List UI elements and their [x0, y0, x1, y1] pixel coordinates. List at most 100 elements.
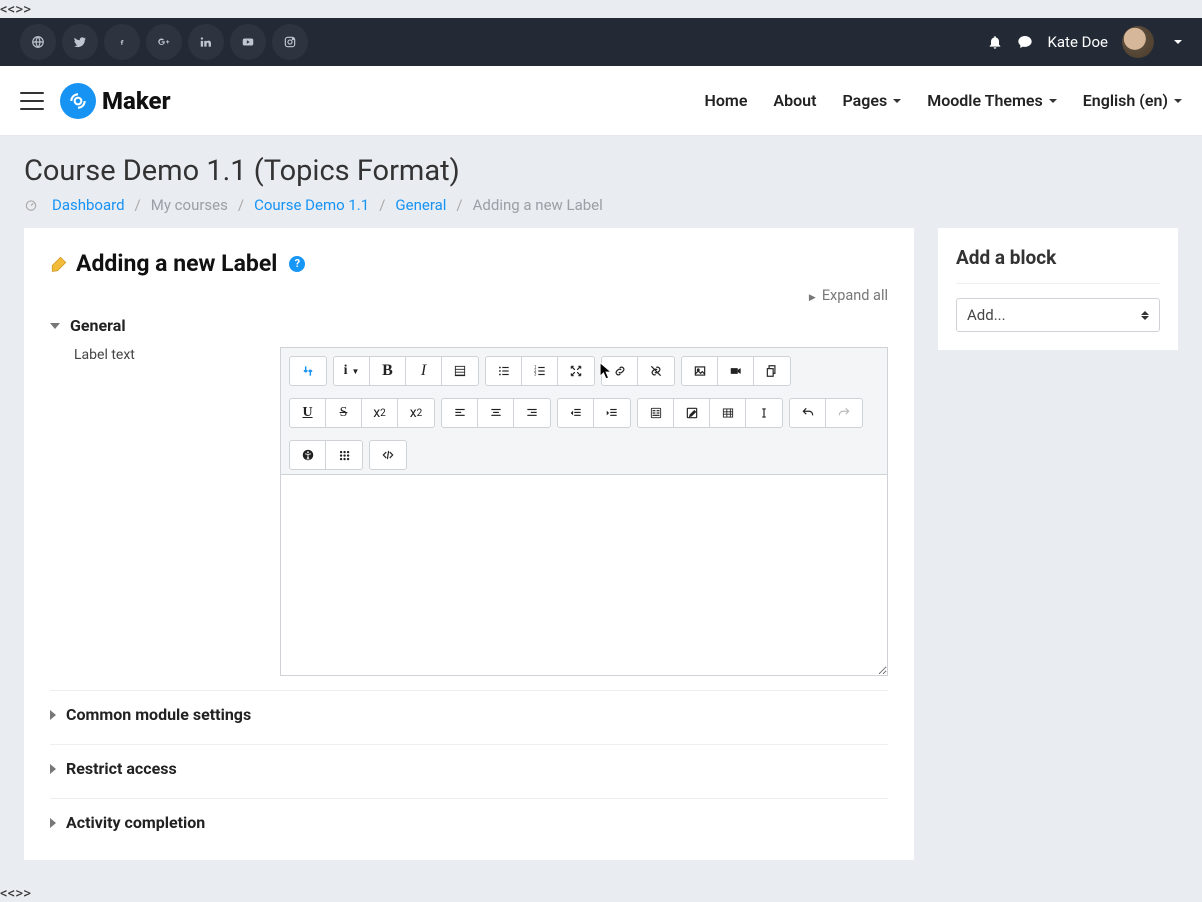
section-restrict-access-label: Restrict access [66, 759, 177, 778]
page-title: Course Demo 1.1 (Topics Format) [24, 154, 1178, 188]
undo-button[interactable] [790, 399, 826, 427]
expand-all[interactable]: Expand all [50, 287, 888, 304]
underline-button[interactable]: U [290, 399, 326, 427]
unlink-button[interactable] [638, 357, 674, 385]
style-dropdown[interactable]: i ▼ [334, 357, 370, 385]
divider [956, 283, 1160, 284]
section-activity-completion[interactable]: Activity completion [50, 798, 888, 838]
twitter-icon[interactable] [62, 24, 98, 60]
caret-icon [893, 99, 901, 103]
toggle-open-icon [50, 323, 60, 329]
svg-text:3: 3 [534, 372, 537, 377]
globe-icon[interactable] [20, 24, 56, 60]
nav-about[interactable]: About [773, 91, 816, 110]
section-general-label: General [70, 316, 126, 335]
editor-textarea[interactable] [281, 475, 887, 675]
message-icon[interactable] [1017, 34, 1033, 50]
equation-button[interactable] [638, 399, 674, 427]
video-button[interactable] [718, 357, 754, 385]
file-button[interactable] [754, 357, 790, 385]
bc-course[interactable]: Course Demo 1.1 [254, 196, 369, 214]
label-icon [50, 255, 68, 273]
logo-mark [60, 83, 96, 119]
card-heading: Adding a new Label [76, 250, 277, 277]
expand-button[interactable] [558, 357, 594, 385]
nav-language-label: English (en) [1083, 91, 1168, 110]
italic-button[interactable]: I [406, 357, 442, 385]
redo-button[interactable] [826, 399, 862, 427]
nav-themes-label: Moodle Themes [927, 91, 1043, 110]
label-text-label: Label text [50, 347, 280, 676]
googleplus-icon[interactable] [146, 24, 182, 60]
username-label[interactable]: Kate Doe [1047, 33, 1108, 51]
main-nav: Home About Pages Moodle Themes English (… [705, 91, 1182, 110]
nav-pages[interactable]: Pages [842, 91, 901, 110]
superscript-button[interactable]: x2 [398, 399, 434, 427]
section-common-module-label: Common module settings [66, 705, 251, 724]
image-button[interactable] [682, 357, 718, 385]
bc-mycourses: My courses [151, 196, 228, 214]
instagram-icon[interactable] [272, 24, 308, 60]
user-menu-caret[interactable] [1174, 40, 1182, 44]
youtube-icon[interactable] [230, 24, 266, 60]
grid-button[interactable] [442, 357, 478, 385]
align-right-button[interactable] [514, 399, 550, 427]
bold-button[interactable]: B [370, 357, 406, 385]
editor-toolbar: i ▼ B I [281, 348, 887, 475]
nav-themes[interactable]: Moodle Themes [927, 91, 1057, 110]
bc-dashboard[interactable]: Dashboard [52, 196, 125, 214]
section-common-module[interactable]: Common module settings [50, 690, 888, 730]
logo[interactable]: Maker [60, 83, 171, 119]
main-form: Adding a new Label ? Expand all General … [24, 228, 914, 860]
toggle-closed-icon [50, 764, 56, 774]
clear-format-button[interactable] [746, 399, 782, 427]
field-label-text: Label text i ▼ B I [50, 347, 888, 676]
align-center-button[interactable] [478, 399, 514, 427]
bell-icon[interactable] [987, 34, 1003, 50]
section-restrict-access[interactable]: Restrict access [50, 744, 888, 784]
help-icon[interactable]: ? [289, 256, 305, 272]
expand-all-label: Expand all [822, 287, 888, 304]
nav-language[interactable]: English (en) [1083, 91, 1182, 110]
accessibility-button[interactable] [290, 441, 326, 469]
toolbar-toggle[interactable] [290, 357, 326, 385]
section-activity-completion-label: Activity completion [66, 813, 205, 832]
toggle-closed-icon [50, 710, 56, 720]
bc-sep: / [238, 196, 244, 214]
caret-icon [1049, 99, 1057, 103]
topbar-right: Kate Doe [987, 26, 1182, 58]
number-list-button[interactable]: 123 [522, 357, 558, 385]
social-links [20, 24, 308, 60]
strikethrough-button[interactable]: S [326, 399, 362, 427]
subscript-button[interactable]: x2 [362, 399, 398, 427]
caret-icon [1174, 99, 1182, 103]
link-button[interactable] [602, 357, 638, 385]
table-button[interactable] [710, 399, 746, 427]
indent-button[interactable] [594, 399, 630, 427]
bullet-list-button[interactable] [486, 357, 522, 385]
html-button[interactable] [370, 441, 406, 469]
nav-home[interactable]: Home [705, 91, 748, 110]
bc-current: Adding a new Label [473, 196, 603, 214]
bc-sep: / [456, 196, 462, 214]
edit-button[interactable] [674, 399, 710, 427]
select-arrows-icon [1141, 311, 1149, 320]
add-block-select[interactable]: Add... [956, 298, 1160, 332]
breadcrumb: Dashboard / My courses / Course Demo 1.1… [24, 196, 1178, 214]
brand-name: Maker [102, 87, 171, 115]
linkedin-icon[interactable] [188, 24, 224, 60]
facebook-icon[interactable] [104, 24, 140, 60]
dashboard-icon [24, 198, 38, 212]
menu-toggle[interactable] [20, 92, 44, 110]
braille-button[interactable] [326, 441, 362, 469]
bc-general[interactable]: General [395, 196, 446, 214]
editor: i ▼ B I [280, 347, 888, 676]
sidebar-title: Add a block [956, 246, 1160, 269]
add-block-select-label: Add... [967, 306, 1006, 324]
section-general[interactable]: General [50, 310, 888, 341]
avatar[interactable] [1122, 26, 1154, 58]
align-left-button[interactable] [442, 399, 478, 427]
nav-pages-label: Pages [842, 91, 887, 110]
toggle-closed-icon [50, 818, 56, 828]
outdent-button[interactable] [558, 399, 594, 427]
